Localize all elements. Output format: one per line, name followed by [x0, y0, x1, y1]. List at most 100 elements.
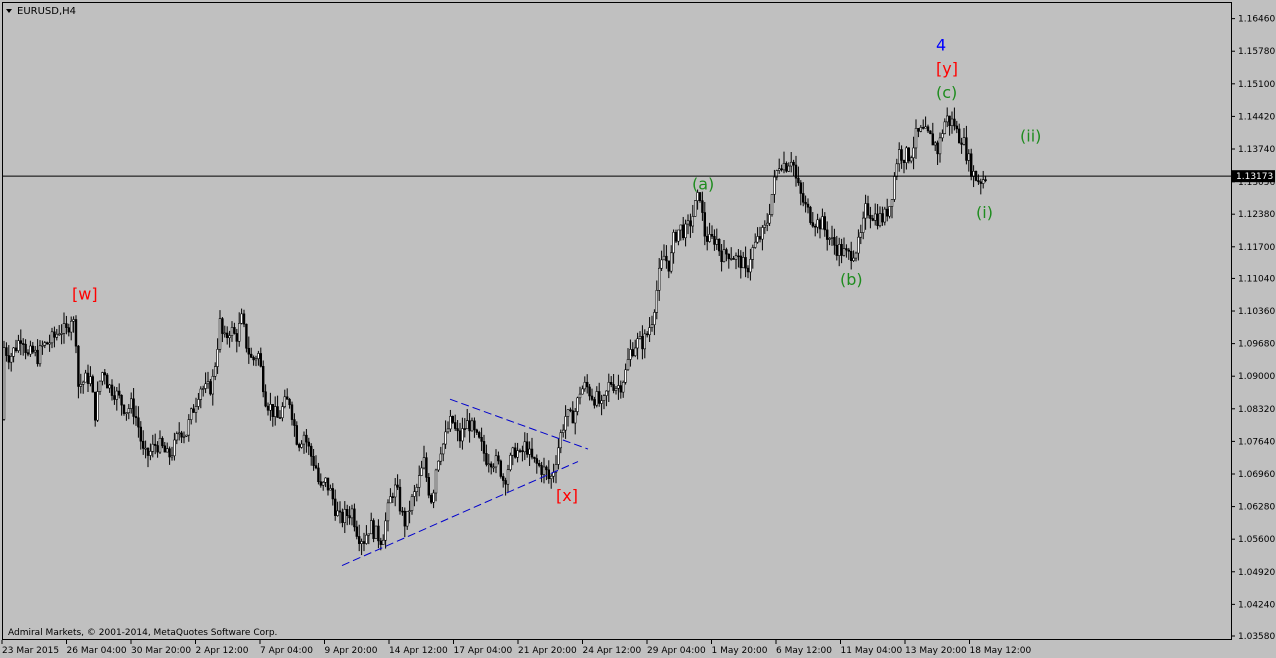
candle-body	[566, 409, 570, 417]
candle-body	[893, 176, 896, 200]
candle-body	[787, 165, 791, 172]
candle-body	[333, 498, 337, 516]
candle-body	[130, 398, 133, 409]
candle-body	[602, 395, 606, 401]
candle-body	[65, 323, 68, 328]
candle-body	[914, 128, 918, 149]
candle-body	[492, 466, 495, 469]
candle-body	[667, 260, 671, 272]
candle-body	[585, 381, 589, 388]
candle-body	[2, 347, 6, 420]
candle-body	[470, 420, 474, 432]
candle-body	[432, 492, 435, 503]
candle-body	[919, 127, 923, 132]
candle-body	[576, 397, 579, 412]
x-tick-label: 7 Apr 04:00	[260, 646, 313, 656]
candle-body	[665, 255, 668, 262]
candle-body	[847, 249, 851, 252]
y-tick-label: 1.06280	[1238, 503, 1275, 513]
candle-body	[285, 396, 289, 400]
candle-body	[324, 477, 327, 483]
candle-body	[686, 220, 690, 225]
candle-body	[429, 494, 433, 503]
candle-body	[250, 353, 253, 358]
candle-body	[50, 331, 54, 344]
candle-body	[677, 229, 680, 242]
candle-body	[125, 412, 128, 415]
x-tick-label: 11 May 04:00	[841, 646, 903, 656]
candle-body	[45, 342, 49, 345]
candle-body	[609, 381, 613, 385]
candle-body	[984, 179, 987, 181]
candle-body	[72, 319, 75, 322]
candle-body	[331, 488, 334, 500]
candle-body	[273, 406, 277, 417]
candle-body	[542, 466, 546, 475]
candle-body	[674, 232, 678, 242]
candle-body	[878, 213, 882, 227]
candle-body	[221, 318, 224, 334]
candle-body	[669, 252, 673, 272]
candle-body	[921, 127, 925, 129]
candle-body	[223, 332, 226, 335]
y-tick-label: 1.03580	[1238, 632, 1275, 642]
candle-body	[393, 484, 397, 498]
candle-body	[487, 463, 490, 466]
y-tick-label: 1.14420	[1238, 112, 1275, 122]
x-tick-label: 17 Apr 04:00	[454, 646, 513, 656]
candle-body	[245, 323, 248, 349]
candle-body	[434, 469, 438, 494]
candle-body	[842, 248, 846, 256]
candle-body	[108, 384, 111, 389]
candle-body	[885, 208, 889, 217]
x-tick-label: 9 Apr 20:00	[325, 646, 378, 656]
candle-body	[190, 408, 193, 420]
candle-body	[732, 258, 735, 260]
candle-body	[797, 177, 800, 184]
candle-body	[681, 224, 685, 239]
candle-body	[166, 448, 169, 453]
candle-body	[513, 447, 517, 458]
candle-body	[895, 163, 899, 177]
candle-body	[785, 163, 788, 172]
candle-body	[187, 419, 190, 436]
candle-body	[408, 510, 411, 512]
candle-body	[206, 381, 210, 385]
candle-body	[703, 212, 707, 237]
candle-body	[425, 457, 428, 478]
candle-body	[840, 244, 843, 256]
x-tick-label: 6 May 12:00	[776, 646, 832, 656]
candle-body	[276, 406, 279, 418]
candle-body	[281, 406, 284, 419]
candle-body	[204, 383, 207, 389]
y-tick-label: 1.10360	[1238, 307, 1275, 317]
x-tick-label: 21 Apr 20:00	[518, 646, 577, 656]
candle-body	[127, 408, 131, 414]
candle-body	[396, 484, 399, 488]
candle-body	[720, 250, 723, 262]
candle-body	[866, 203, 870, 216]
candle-body	[422, 457, 426, 469]
candle-body	[391, 496, 394, 498]
candle-body	[737, 255, 740, 258]
candle-body	[509, 454, 512, 470]
candle-body	[307, 441, 310, 447]
candle-body	[953, 118, 956, 127]
candle-body	[777, 168, 781, 171]
candle-body	[24, 343, 27, 353]
candle-body	[751, 247, 755, 260]
candle-body	[84, 372, 87, 383]
candle-body	[871, 218, 875, 221]
candle-body	[53, 331, 56, 338]
candle-body	[415, 487, 418, 492]
candle-body	[672, 232, 675, 254]
candle-body	[70, 320, 73, 333]
candle-body	[170, 455, 174, 458]
candle-body	[573, 411, 577, 424]
candle-body	[113, 395, 116, 400]
candle-body	[317, 467, 320, 483]
candle-body	[57, 333, 61, 336]
candle-body	[401, 510, 404, 513]
price-chart[interactable]: 1.164601.157801.151001.144201.137401.130…	[0, 0, 1276, 658]
candle-body	[861, 217, 865, 233]
